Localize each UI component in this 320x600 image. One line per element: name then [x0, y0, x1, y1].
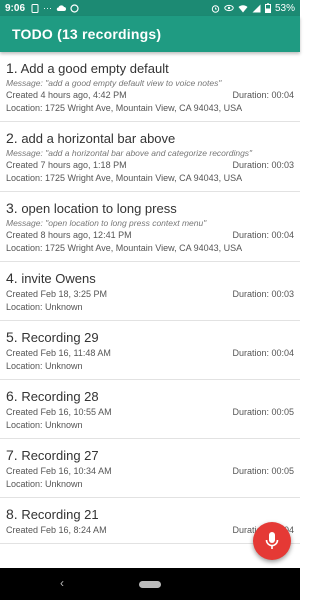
item-title: invite Owens	[21, 271, 96, 286]
item-number: 8.	[6, 506, 18, 522]
data-saver-icon	[70, 3, 79, 13]
cloud-icon	[56, 5, 67, 11]
alarm-icon	[211, 4, 220, 13]
eye-icon	[224, 4, 234, 12]
item-duration: Duration: 00:04	[232, 90, 294, 100]
item-heading: 8. Recording 21	[6, 506, 294, 522]
item-location: Location: Unknown	[6, 479, 83, 489]
battery-percent: 53%	[274, 2, 295, 14]
list-item[interactable]: 6. Recording 28 Created Feb 16, 10:55 AM…	[0, 380, 300, 439]
item-message: Message: "add a good empty default view …	[6, 78, 222, 88]
status-left-icons: ···	[31, 3, 79, 13]
item-location: Location: Unknown	[6, 302, 83, 312]
status-bar: 9:06 ··· 53%	[0, 0, 300, 16]
list-item[interactable]: 7. Recording 27 Created Feb 16, 10:34 AM…	[0, 439, 300, 498]
item-location: Location: Unknown	[6, 361, 83, 371]
item-heading: 4. invite Owens	[6, 270, 294, 286]
item-duration: Duration: 00:05	[232, 407, 294, 417]
battery-icon	[264, 3, 271, 13]
list-item[interactable]: 2. add a horizontal bar above Message: "…	[0, 122, 300, 192]
item-created: Created 8 hours ago, 12:41 PM	[6, 230, 132, 240]
item-heading: 5. Recording 29	[6, 329, 294, 345]
sim-icon	[31, 3, 39, 13]
item-created: Created Feb 16, 10:55 AM	[6, 407, 112, 417]
signal-icon	[252, 4, 261, 12]
item-number: 4.	[6, 270, 18, 286]
item-number: 6.	[6, 388, 18, 404]
item-location: Location: Unknown	[6, 420, 83, 430]
wifi-icon	[238, 4, 248, 12]
item-duration: Duration: 00:05	[232, 466, 294, 476]
back-icon[interactable]: ‹	[60, 576, 64, 590]
item-duration: Duration: 00:03	[232, 160, 294, 170]
item-created: Created Feb 16, 11:48 AM	[6, 348, 111, 358]
list-item[interactable]: 3. open location to long press Message: …	[0, 192, 300, 262]
item-title: Recording 27	[21, 448, 99, 463]
item-message: Message: "open location to long press co…	[6, 218, 207, 228]
item-title: Recording 29	[21, 330, 99, 345]
item-heading: 2. add a horizontal bar above	[6, 130, 294, 146]
item-title: Add a good empty default	[20, 61, 169, 76]
list-item[interactable]: 1. Add a good empty default Message: "ad…	[0, 52, 300, 122]
item-heading: 7. Recording 27	[6, 447, 294, 463]
item-title: open location to long press	[21, 201, 177, 216]
app-bar: TODO (13 recordings)	[0, 16, 300, 52]
item-created: Created Feb 16, 8:24 AM	[6, 525, 107, 535]
record-button[interactable]	[253, 522, 291, 560]
item-heading: 1. Add a good empty default	[6, 60, 294, 76]
home-pill-icon[interactable]	[139, 580, 161, 588]
item-number: 5.	[6, 329, 18, 345]
item-location: Location: 1725 Wright Ave, Mountain View…	[6, 243, 243, 253]
item-duration: Duration: 00:04	[232, 348, 294, 358]
item-title: Recording 21	[21, 507, 99, 522]
item-created: Created 4 hours ago, 4:42 PM	[6, 90, 127, 100]
status-right-icons: 53%	[211, 3, 295, 14]
more-dots-icon: ···	[43, 3, 53, 13]
page-title: TODO (13 recordings)	[12, 26, 162, 42]
item-number: 3.	[6, 200, 18, 216]
system-nav-bar: ‹	[0, 568, 300, 600]
item-heading: 6. Recording 28	[6, 388, 294, 404]
item-duration: Duration: 00:03	[232, 289, 294, 299]
item-number: 7.	[6, 447, 18, 463]
status-time: 9:06	[5, 2, 26, 14]
microphone-icon	[265, 532, 279, 549]
list-item[interactable]: 4. invite Owens Created Feb 18, 3:25 PM D…	[0, 262, 300, 321]
list-item[interactable]: 5. Recording 29 Created Feb 16, 11:48 AM…	[0, 321, 300, 380]
item-location: Location: 1725 Wright Ave, Mountain View…	[6, 103, 243, 113]
item-title: Recording 28	[21, 389, 99, 404]
item-created: Created Feb 18, 3:25 PM	[6, 289, 108, 299]
recordings-list[interactable]: 1. Add a good empty default Message: "ad…	[0, 52, 300, 568]
item-number: 1.	[6, 60, 18, 76]
item-title: add a horizontal bar above	[21, 131, 176, 146]
item-location: Location: 1725 Wright Ave, Mountain View…	[6, 173, 243, 183]
item-created: Created Feb 16, 10:34 AM	[6, 466, 112, 476]
item-number: 2.	[6, 130, 18, 146]
item-duration: Duration: 00:04	[232, 230, 294, 240]
item-message: Message: "add a horizontal bar above and…	[6, 148, 253, 158]
item-heading: 3. open location to long press	[6, 200, 294, 216]
item-created: Created 7 hours ago, 1:18 PM	[6, 160, 127, 170]
